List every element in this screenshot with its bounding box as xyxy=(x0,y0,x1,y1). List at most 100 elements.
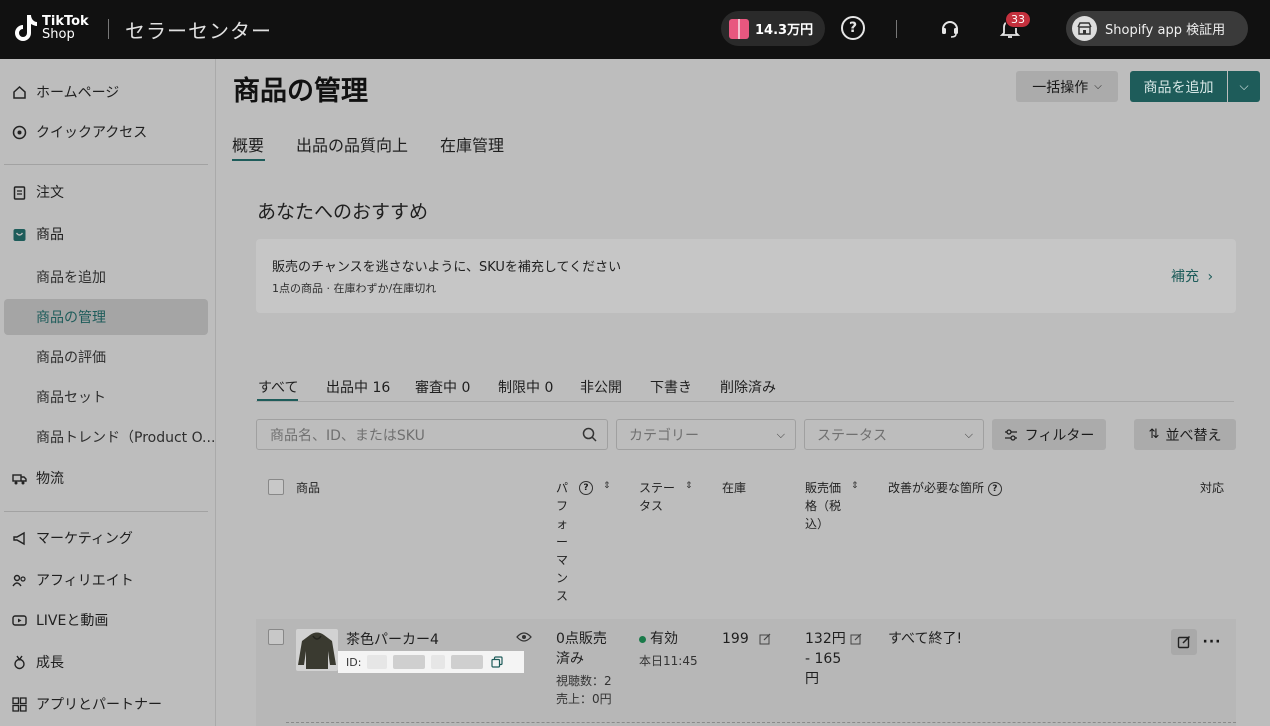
recommendation-card: 販売のチャンスを逃さないように、SKUを補充してください 1点の商品 · 在庫わ… xyxy=(256,239,1236,313)
gift-icon xyxy=(729,18,749,39)
bulk-actions-label: 一括操作 xyxy=(1032,79,1089,96)
sort-toggle-icon[interactable]: ⇕ xyxy=(603,481,611,491)
sidebar-item-label: 注文 xyxy=(36,185,64,201)
edit-icon[interactable] xyxy=(759,633,771,645)
column-header-performance[interactable]: パフォーマンス xyxy=(556,479,570,605)
top-bar: TikTok Shop セラーセンター 14.3万円 ? 33 Shopify … xyxy=(0,0,1270,59)
sidebar-item-growth[interactable]: 成長 xyxy=(12,652,64,672)
tab-listing-quality[interactable]: 出品の品質向上 xyxy=(296,132,408,156)
product-id-label: ID: xyxy=(346,655,362,669)
chevron-down-icon: ⌵ xyxy=(1239,79,1249,93)
compass-icon xyxy=(12,125,27,140)
truck-icon xyxy=(12,471,27,486)
sidebar-item-label: アフィリエイト xyxy=(36,573,134,589)
search-icon xyxy=(582,427,597,442)
status-tab-reviewing[interactable]: 審査中 0 xyxy=(415,377,470,397)
column-header-price[interactable]: 販売価格（税込） xyxy=(805,479,843,533)
status-tab-live[interactable]: 出品中 16 xyxy=(326,377,390,397)
sliders-icon xyxy=(1004,428,1017,441)
status-tab-private[interactable]: 非公開 xyxy=(580,377,622,397)
app-title: セラーセンター xyxy=(125,19,272,43)
header-divider xyxy=(108,19,109,39)
active-tab-indicator xyxy=(232,159,265,161)
sidebar-item-label: ホームページ xyxy=(36,85,120,101)
product-status: 有効 xyxy=(639,629,678,649)
chevron-right-icon: › xyxy=(1207,269,1214,285)
tab-inventory[interactable]: 在庫管理 xyxy=(440,132,504,156)
sidebar-subitem-product-trends[interactable]: 商品トレンド（Product O... xyxy=(36,427,215,447)
tiktok-shop-logo[interactable]: TikTok Shop xyxy=(12,13,89,43)
restock-link-label: 補充 xyxy=(1171,269,1199,285)
help-icon[interactable]: ? xyxy=(579,481,593,495)
column-header-status[interactable]: ステータス xyxy=(639,479,675,515)
sidebar-item-affiliate[interactable]: アフィリエイト xyxy=(12,570,134,590)
sidebar: ホームページ クイックアクセス 注文 商品 商品を追加 商品の管理 商品の評価 … xyxy=(0,59,216,726)
status-tab-restricted[interactable]: 制限中 0 xyxy=(498,377,553,397)
status-tab-all[interactable]: すべて xyxy=(258,377,298,397)
rewards-amount: 14.3万円 xyxy=(755,23,814,38)
help-icon[interactable]: ? xyxy=(841,16,865,40)
sidebar-item-label: アプリとパートナー xyxy=(36,697,162,713)
sidebar-subitem-product-reviews[interactable]: 商品の評価 xyxy=(36,347,106,367)
status-tab-deleted[interactable]: 削除済み xyxy=(720,377,776,397)
sort-toggle-icon[interactable]: ⇕ xyxy=(851,481,859,491)
sidebar-item-quick-access[interactable]: クイックアクセス xyxy=(12,122,147,142)
page-title: 商品の管理 xyxy=(233,76,368,107)
sidebar-item-live-video[interactable]: LIVEと動画 xyxy=(12,610,108,630)
improvement-header-label: 改善が必要な箇所 xyxy=(888,481,985,495)
status-select[interactable]: ステータス ⌵ xyxy=(804,419,984,450)
column-header-improvement: 改善が必要な箇所 ? xyxy=(888,479,1002,497)
active-status-indicator xyxy=(257,399,298,401)
restock-link[interactable]: 補充 › xyxy=(1171,266,1213,286)
row-divider xyxy=(286,722,1236,723)
clipboard-icon xyxy=(12,185,27,200)
sidebar-item-products[interactable]: 商品 xyxy=(12,224,64,244)
sidebar-item-home[interactable]: ホームページ xyxy=(12,82,119,102)
more-actions-button[interactable]: ··· xyxy=(1199,629,1225,655)
add-product-dropdown[interactable]: ⌵ xyxy=(1228,71,1260,102)
search-input[interactable]: 商品名、ID、またはSKU xyxy=(256,419,608,450)
sort-toggle-icon[interactable]: ⇕ xyxy=(685,481,693,491)
select-all-checkbox[interactable] xyxy=(268,479,284,495)
grid-icon xyxy=(12,696,27,712)
product-thumbnail[interactable] xyxy=(296,629,338,671)
stock-cell: 199 xyxy=(722,629,771,649)
shop-switcher[interactable]: Shopify app 検証用 xyxy=(1066,11,1248,46)
row-checkbox[interactable] xyxy=(268,629,284,645)
sidebar-subitem-add-product[interactable]: 商品を追加 xyxy=(36,267,106,287)
product-name[interactable]: 茶色パーカー4 xyxy=(346,629,439,649)
filter-button[interactable]: フィルター xyxy=(992,419,1106,450)
price-value: 132円 - 165 円 xyxy=(805,631,846,687)
sidebar-subitem-product-sets[interactable]: 商品セット xyxy=(36,387,106,407)
edit-product-button[interactable] xyxy=(1171,629,1197,655)
hoodie-image xyxy=(298,632,336,669)
category-select[interactable]: カテゴリー ⌵ xyxy=(616,419,796,450)
status-tab-drafts[interactable]: 下書き xyxy=(650,377,692,397)
headset-icon[interactable] xyxy=(938,16,962,40)
status-label: 有効 xyxy=(650,631,678,647)
tab-overview[interactable]: 概要 xyxy=(232,132,264,156)
bulk-actions-button[interactable]: 一括操作 ⌵ xyxy=(1016,71,1118,102)
sidebar-item-marketing[interactable]: マーケティング xyxy=(12,528,133,548)
eye-icon[interactable] xyxy=(516,630,532,644)
sidebar-divider xyxy=(4,164,208,165)
sidebar-subitem-manage-products[interactable]: 商品の管理 xyxy=(36,307,106,327)
help-icon[interactable]: ? xyxy=(987,481,1002,496)
sidebar-item-logistics[interactable]: 物流 xyxy=(12,468,64,488)
performance-sold: 0点販売済み xyxy=(556,631,607,667)
sidebar-item-orders[interactable]: 注文 xyxy=(12,182,64,202)
tiktok-logo-icon xyxy=(15,15,37,41)
rewards-button[interactable]: 14.3万円 xyxy=(721,11,825,46)
copy-icon[interactable] xyxy=(491,656,504,668)
add-product-button[interactable]: 商品を追加 xyxy=(1130,71,1227,102)
status-dot-icon xyxy=(639,635,646,643)
improvement-value: すべて終了! xyxy=(888,631,963,647)
sort-button[interactable]: ⇅ 並べ替え xyxy=(1134,419,1236,450)
recommendation-subtext: 1点の商品 · 在庫わずか/在庫切れ xyxy=(272,282,437,295)
sidebar-item-apps-partners[interactable]: アプリとパートナー xyxy=(12,694,162,714)
edit-icon[interactable] xyxy=(850,633,862,645)
sort-icon: ⇅ xyxy=(1148,427,1160,442)
shop-name: Shopify app 検証用 xyxy=(1105,23,1226,38)
sidebar-item-label: クイックアクセス xyxy=(36,125,148,141)
performance-sales: 売上：0円 xyxy=(556,692,612,706)
